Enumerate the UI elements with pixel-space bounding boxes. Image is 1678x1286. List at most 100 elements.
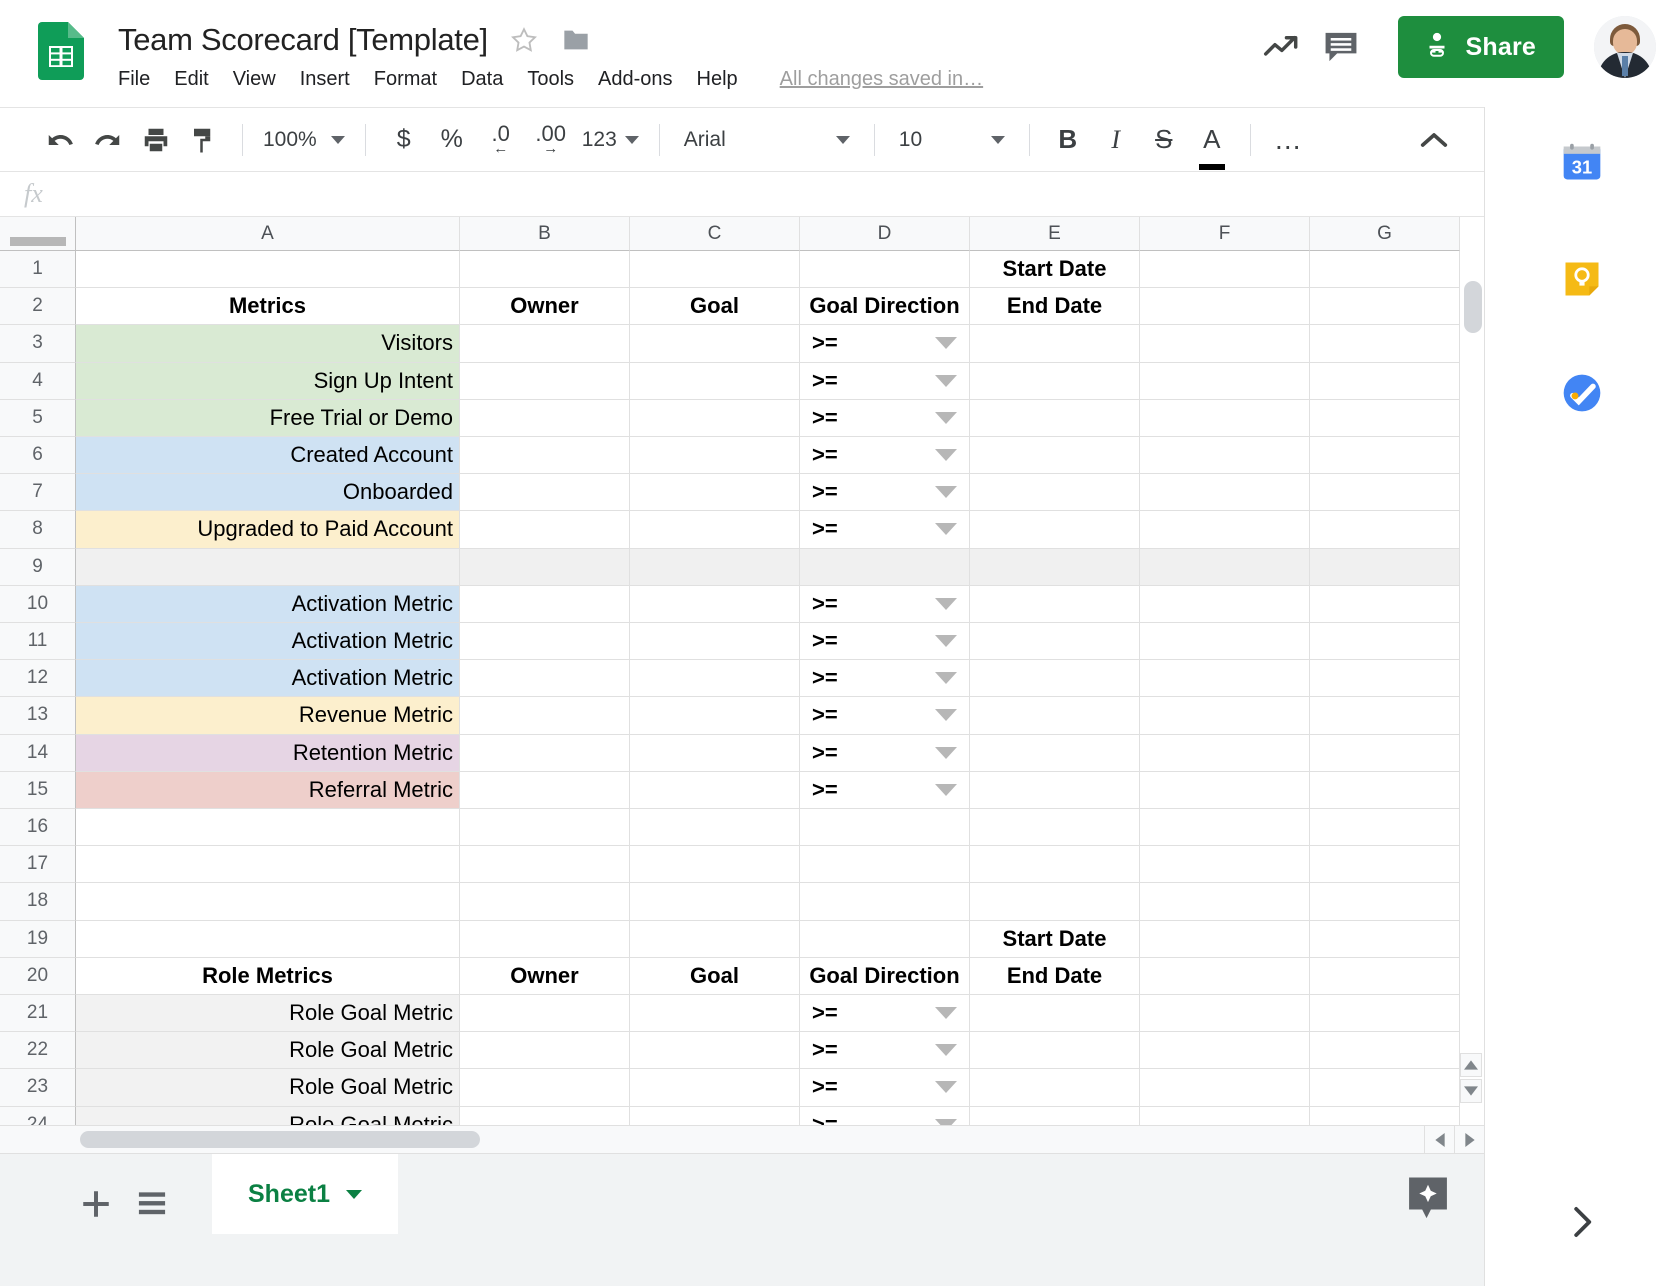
all-sheets-icon[interactable] xyxy=(124,1176,180,1232)
cell-E24[interactable] xyxy=(970,1107,1140,1125)
cell-C14[interactable] xyxy=(630,735,800,772)
cell-D15[interactable]: >= xyxy=(800,772,970,809)
cell-C12[interactable] xyxy=(630,660,800,697)
cell-E7[interactable] xyxy=(970,474,1140,511)
data-validation-dropdown-icon[interactable] xyxy=(935,709,957,721)
cell-C22[interactable] xyxy=(630,1032,800,1069)
cell-D17[interactable] xyxy=(800,846,970,883)
cell-E20[interactable]: End Date xyxy=(970,958,1140,995)
cell-C10[interactable] xyxy=(630,586,800,623)
currency-format-button[interactable]: $ xyxy=(380,116,428,164)
cell-E2[interactable]: End Date xyxy=(970,288,1140,325)
data-validation-dropdown-icon[interactable] xyxy=(935,375,957,387)
cell-G11[interactable] xyxy=(1310,623,1460,660)
cell-G7[interactable] xyxy=(1310,474,1460,511)
row-header-19[interactable]: 19 xyxy=(0,921,76,958)
cell-E21[interactable] xyxy=(970,995,1140,1032)
row-header-14[interactable]: 14 xyxy=(0,735,76,772)
star-icon[interactable] xyxy=(510,26,538,54)
cell-B6[interactable] xyxy=(460,437,630,474)
cell-A21[interactable]: Role Goal Metric xyxy=(76,995,460,1032)
cell-B1[interactable] xyxy=(460,251,630,288)
cell-B19[interactable] xyxy=(460,921,630,958)
cell-E19[interactable]: Start Date xyxy=(970,921,1140,958)
cell-C8[interactable] xyxy=(630,511,800,548)
cell-A5[interactable]: Free Trial or Demo xyxy=(76,400,460,437)
cell-E5[interactable] xyxy=(970,400,1140,437)
cell-D3[interactable]: >= xyxy=(800,325,970,362)
scroll-up-button[interactable] xyxy=(1460,1053,1482,1077)
cell-B2[interactable]: Owner xyxy=(460,288,630,325)
chevron-down-icon[interactable] xyxy=(346,1190,362,1199)
cell-G10[interactable] xyxy=(1310,586,1460,623)
cell-G14[interactable] xyxy=(1310,735,1460,772)
row-header-12[interactable]: 12 xyxy=(0,660,76,697)
activity-trend-icon[interactable] xyxy=(1254,18,1312,76)
cell-F6[interactable] xyxy=(1140,437,1310,474)
zoom-selector[interactable]: 100% xyxy=(257,128,351,152)
menu-item-file[interactable]: File xyxy=(118,66,162,93)
cell-F2[interactable] xyxy=(1140,288,1310,325)
cell-D24[interactable]: >= xyxy=(800,1107,970,1125)
cell-G17[interactable] xyxy=(1310,846,1460,883)
cell-G23[interactable] xyxy=(1310,1069,1460,1106)
cell-A10[interactable]: Activation Metric xyxy=(76,586,460,623)
row-header-15[interactable]: 15 xyxy=(0,772,76,809)
cell-B23[interactable] xyxy=(460,1069,630,1106)
cell-F22[interactable] xyxy=(1140,1032,1310,1069)
cell-A7[interactable]: Onboarded xyxy=(76,474,460,511)
row-header-6[interactable]: 6 xyxy=(0,437,76,474)
cell-A4[interactable]: Sign Up Intent xyxy=(76,363,460,400)
cell-D8[interactable]: >= xyxy=(800,511,970,548)
column-header-e[interactable]: E xyxy=(970,217,1140,251)
data-validation-dropdown-icon[interactable] xyxy=(935,672,957,684)
data-validation-dropdown-icon[interactable] xyxy=(935,523,957,535)
cell-G4[interactable] xyxy=(1310,363,1460,400)
column-header-c[interactable]: C xyxy=(630,217,800,251)
cell-F21[interactable] xyxy=(1140,995,1310,1032)
cell-D12[interactable]: >= xyxy=(800,660,970,697)
cell-E11[interactable] xyxy=(970,623,1140,660)
scroll-down-button[interactable] xyxy=(1460,1079,1482,1103)
folder-icon[interactable] xyxy=(562,27,590,53)
cell-A20[interactable]: Role Metrics xyxy=(76,958,460,995)
cell-C20[interactable]: Goal xyxy=(630,958,800,995)
cell-D22[interactable]: >= xyxy=(800,1032,970,1069)
row-header-20[interactable]: 20 xyxy=(0,958,76,995)
cell-F13[interactable] xyxy=(1140,697,1310,734)
data-validation-dropdown-icon[interactable] xyxy=(935,1044,957,1056)
cell-G3[interactable] xyxy=(1310,325,1460,362)
cell-G2[interactable] xyxy=(1310,288,1460,325)
cell-A2[interactable]: Metrics xyxy=(76,288,460,325)
cell-F11[interactable] xyxy=(1140,623,1310,660)
cell-E4[interactable] xyxy=(970,363,1140,400)
strikethrough-button[interactable]: S xyxy=(1140,116,1188,164)
decrease-decimal-button[interactable]: .0 ← xyxy=(476,116,526,164)
cell-D13[interactable]: >= xyxy=(800,697,970,734)
google-tasks-icon[interactable] xyxy=(1560,371,1604,415)
cell-G19[interactable] xyxy=(1310,921,1460,958)
cell-A22[interactable]: Role Goal Metric xyxy=(76,1032,460,1069)
data-validation-dropdown-icon[interactable] xyxy=(935,412,957,424)
row-header-24[interactable]: 24 xyxy=(0,1107,76,1125)
cell-C24[interactable] xyxy=(630,1107,800,1125)
cell-C15[interactable] xyxy=(630,772,800,809)
cell-G21[interactable] xyxy=(1310,995,1460,1032)
data-validation-dropdown-icon[interactable] xyxy=(935,337,957,349)
row-header-5[interactable]: 5 xyxy=(0,400,76,437)
cell-C13[interactable] xyxy=(630,697,800,734)
cell-F23[interactable] xyxy=(1140,1069,1310,1106)
data-validation-dropdown-icon[interactable] xyxy=(935,635,957,647)
cell-E14[interactable] xyxy=(970,735,1140,772)
cell-D18[interactable] xyxy=(800,883,970,920)
page-title[interactable]: Team Scorecard [Template] xyxy=(118,22,488,58)
column-header-a[interactable]: A xyxy=(76,217,460,251)
row-header-1[interactable]: 1 xyxy=(0,251,76,288)
cell-A16[interactable] xyxy=(76,809,460,846)
cell-B16[interactable] xyxy=(460,809,630,846)
row-header-7[interactable]: 7 xyxy=(0,474,76,511)
cell-C19[interactable] xyxy=(630,921,800,958)
cell-B22[interactable] xyxy=(460,1032,630,1069)
cell-E23[interactable] xyxy=(970,1069,1140,1106)
collapse-toolbar-icon[interactable] xyxy=(1410,116,1458,164)
